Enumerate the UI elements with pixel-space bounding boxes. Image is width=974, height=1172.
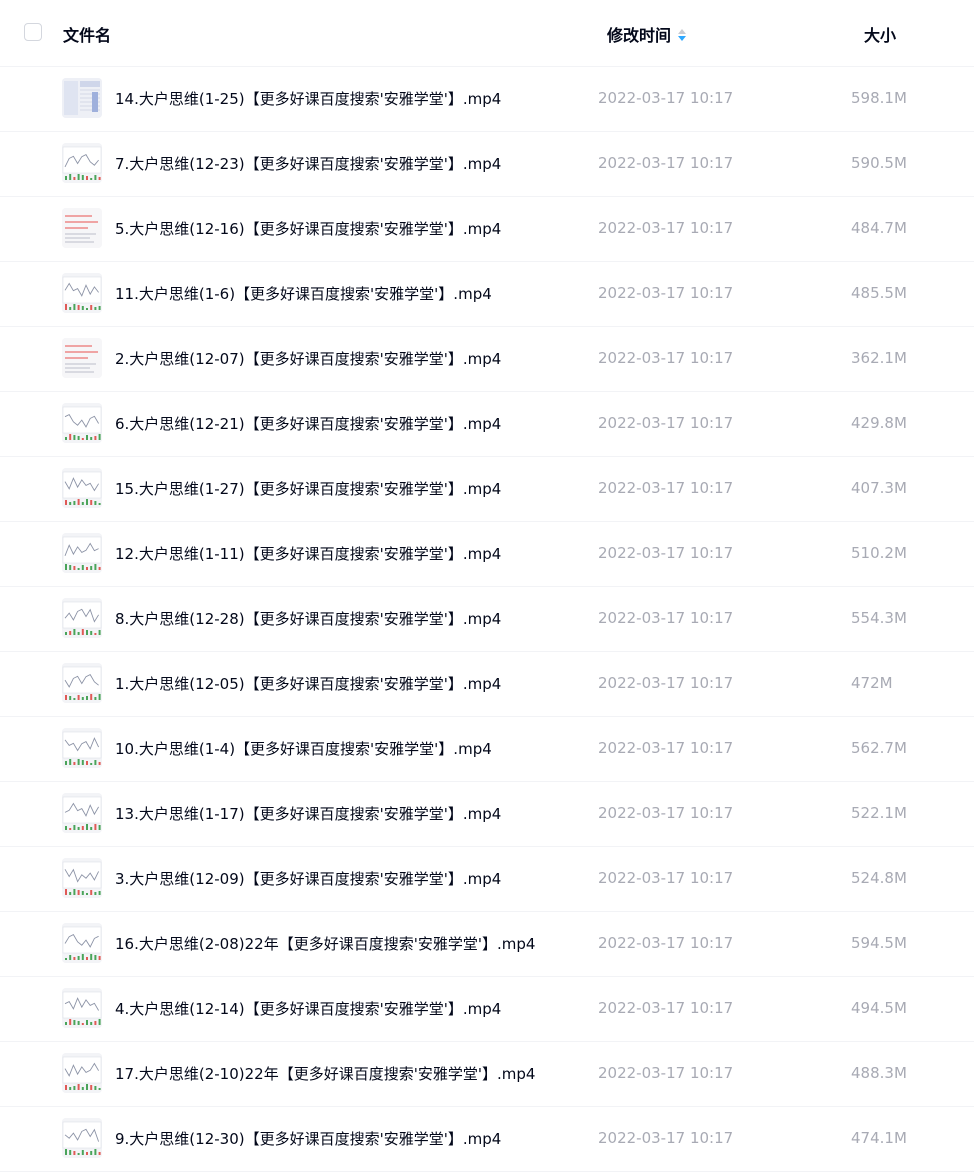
file-size: 488.3M xyxy=(851,1064,907,1082)
file-modified-time: 2022-03-17 10:17 xyxy=(598,284,734,302)
file-name[interactable]: 2.大户思维(12-07)【更多好课百度搜索'安雅学堂'】.mp4 xyxy=(115,348,501,369)
file-size: 590.5M xyxy=(851,154,907,172)
file-row[interactable]: 5.大户思维(12-16)【更多好课百度搜索'安雅学堂'】.mp4 2022-03… xyxy=(0,197,974,262)
column-header-size[interactable]: 大小 xyxy=(864,22,896,46)
file-name[interactable]: 11.大户思维(1-6)【更多好课百度搜索'安雅学堂'】.mp4 xyxy=(115,283,492,304)
column-header-name[interactable]: 文件名 xyxy=(63,22,111,46)
file-size: 362.1M xyxy=(851,349,907,367)
video-thumbnail[interactable] xyxy=(62,208,102,248)
file-name[interactable]: 13.大户思维(1-17)【更多好课百度搜索'安雅学堂'】.mp4 xyxy=(115,803,501,824)
file-row[interactable]: 11.大户思维(1-6)【更多好课百度搜索'安雅学堂'】.mp4 2022-03-… xyxy=(0,262,974,327)
file-name[interactable]: 4.大户思维(12-14)【更多好课百度搜索'安雅学堂'】.mp4 xyxy=(115,998,501,1019)
file-name[interactable]: 15.大户思维(1-27)【更多好课百度搜索'安雅学堂'】.mp4 xyxy=(115,478,501,499)
file-name[interactable]: 14.大户思维(1-25)【更多好课百度搜索'安雅学堂'】.mp4 xyxy=(115,88,501,109)
column-header-modified-time[interactable]: 修改时间 xyxy=(607,22,687,46)
file-list: 14.大户思维(1-25)【更多好课百度搜索'安雅学堂'】.mp4 2022-03… xyxy=(0,67,974,1172)
file-name[interactable]: 10.大户思维(1-4)【更多好课百度搜索'安雅学堂'】.mp4 xyxy=(115,738,492,759)
file-name[interactable]: 17.大户思维(2-10)22年【更多好课百度搜索'安雅学堂'】.mp4 xyxy=(115,1063,535,1084)
file-row[interactable]: 2.大户思维(12-07)【更多好课百度搜索'安雅学堂'】.mp4 2022-03… xyxy=(0,327,974,392)
file-name[interactable]: 6.大户思维(12-21)【更多好课百度搜索'安雅学堂'】.mp4 xyxy=(115,413,501,434)
video-thumbnail[interactable] xyxy=(62,923,102,963)
file-size: 429.8M xyxy=(851,414,907,432)
file-size: 522.1M xyxy=(851,804,907,822)
file-size: 407.3M xyxy=(851,479,907,497)
file-row[interactable]: 4.大户思维(12-14)【更多好课百度搜索'安雅学堂'】.mp4 2022-03… xyxy=(0,977,974,1042)
video-thumbnail[interactable] xyxy=(62,273,102,313)
file-modified-time: 2022-03-17 10:17 xyxy=(598,349,734,367)
file-modified-time: 2022-03-17 10:17 xyxy=(598,1064,734,1082)
video-thumbnail[interactable] xyxy=(62,663,102,703)
file-size: 485.5M xyxy=(851,284,907,302)
file-size: 472M xyxy=(851,674,893,692)
file-name[interactable]: 9.大户思维(12-30)【更多好课百度搜索'安雅学堂'】.mp4 xyxy=(115,1128,501,1149)
file-row[interactable]: 16.大户思维(2-08)22年【更多好课百度搜索'安雅学堂'】.mp4 2022… xyxy=(0,912,974,977)
video-thumbnail[interactable] xyxy=(62,338,102,378)
file-modified-time: 2022-03-17 10:17 xyxy=(598,414,734,432)
file-modified-time: 2022-03-17 10:17 xyxy=(598,804,734,822)
file-size: 594.5M xyxy=(851,934,907,952)
file-size: 524.8M xyxy=(851,869,907,887)
file-size: 554.3M xyxy=(851,609,907,627)
file-modified-time: 2022-03-17 10:17 xyxy=(598,1129,734,1147)
file-name[interactable]: 1.大户思维(12-05)【更多好课百度搜索'安雅学堂'】.mp4 xyxy=(115,673,501,694)
video-thumbnail[interactable] xyxy=(62,728,102,768)
video-thumbnail[interactable] xyxy=(62,1118,102,1158)
file-modified-time: 2022-03-17 10:17 xyxy=(598,934,734,952)
file-size: 494.5M xyxy=(851,999,907,1017)
file-row[interactable]: 7.大户思维(12-23)【更多好课百度搜索'安雅学堂'】.mp4 2022-03… xyxy=(0,132,974,197)
file-row[interactable]: 8.大户思维(12-28)【更多好课百度搜索'安雅学堂'】.mp4 2022-03… xyxy=(0,587,974,652)
video-thumbnail[interactable] xyxy=(62,468,102,508)
file-name[interactable]: 3.大户思维(12-09)【更多好课百度搜索'安雅学堂'】.mp4 xyxy=(115,868,501,889)
file-modified-time: 2022-03-17 10:17 xyxy=(598,609,734,627)
file-row[interactable]: 17.大户思维(2-10)22年【更多好课百度搜索'安雅学堂'】.mp4 2022… xyxy=(0,1042,974,1107)
video-thumbnail[interactable] xyxy=(62,988,102,1028)
file-size: 484.7M xyxy=(851,219,907,237)
file-row[interactable]: 14.大户思维(1-25)【更多好课百度搜索'安雅学堂'】.mp4 2022-03… xyxy=(0,67,974,132)
file-row[interactable]: 15.大户思维(1-27)【更多好课百度搜索'安雅学堂'】.mp4 2022-03… xyxy=(0,457,974,522)
video-thumbnail[interactable] xyxy=(62,598,102,638)
video-thumbnail[interactable] xyxy=(62,403,102,443)
file-name[interactable]: 12.大户思维(1-11)【更多好课百度搜索'安雅学堂'】.mp4 xyxy=(115,543,501,564)
file-row[interactable]: 10.大户思维(1-4)【更多好课百度搜索'安雅学堂'】.mp4 2022-03-… xyxy=(0,717,974,782)
file-row[interactable]: 13.大户思维(1-17)【更多好课百度搜索'安雅学堂'】.mp4 2022-03… xyxy=(0,782,974,847)
column-header-modified-time-label: 修改时间 xyxy=(607,26,672,45)
sort-icon[interactable] xyxy=(677,27,687,41)
file-row[interactable]: 3.大户思维(12-09)【更多好课百度搜索'安雅学堂'】.mp4 2022-03… xyxy=(0,847,974,912)
video-thumbnail[interactable] xyxy=(62,793,102,833)
file-modified-time: 2022-03-17 10:17 xyxy=(598,739,734,757)
file-row[interactable]: 9.大户思维(12-30)【更多好课百度搜索'安雅学堂'】.mp4 2022-03… xyxy=(0,1107,974,1172)
file-modified-time: 2022-03-17 10:17 xyxy=(598,544,734,562)
file-modified-time: 2022-03-17 10:17 xyxy=(598,154,734,172)
file-size: 510.2M xyxy=(851,544,907,562)
video-thumbnail[interactable] xyxy=(62,858,102,898)
file-row[interactable]: 12.大户思维(1-11)【更多好课百度搜索'安雅学堂'】.mp4 2022-03… xyxy=(0,522,974,587)
file-size: 474.1M xyxy=(851,1129,907,1147)
file-list-header: 文件名 修改时间 大小 xyxy=(0,0,974,67)
file-name[interactable]: 16.大户思维(2-08)22年【更多好课百度搜索'安雅学堂'】.mp4 xyxy=(115,933,535,954)
file-size: 562.7M xyxy=(851,739,907,757)
file-modified-time: 2022-03-17 10:17 xyxy=(598,674,734,692)
video-thumbnail[interactable] xyxy=(62,533,102,573)
video-thumbnail[interactable] xyxy=(62,143,102,183)
file-name[interactable]: 8.大户思维(12-28)【更多好课百度搜索'安雅学堂'】.mp4 xyxy=(115,608,501,629)
file-size: 598.1M xyxy=(851,89,907,107)
file-modified-time: 2022-03-17 10:17 xyxy=(598,869,734,887)
file-row[interactable]: 6.大户思维(12-21)【更多好课百度搜索'安雅学堂'】.mp4 2022-03… xyxy=(0,392,974,457)
file-name[interactable]: 7.大户思维(12-23)【更多好课百度搜索'安雅学堂'】.mp4 xyxy=(115,153,501,174)
file-row[interactable]: 1.大户思维(12-05)【更多好课百度搜索'安雅学堂'】.mp4 2022-03… xyxy=(0,652,974,717)
file-modified-time: 2022-03-17 10:17 xyxy=(598,999,734,1017)
video-thumbnail[interactable] xyxy=(62,78,102,118)
file-modified-time: 2022-03-17 10:17 xyxy=(598,89,734,107)
select-all-checkbox[interactable] xyxy=(24,23,42,41)
file-name[interactable]: 5.大户思维(12-16)【更多好课百度搜索'安雅学堂'】.mp4 xyxy=(115,218,501,239)
video-thumbnail[interactable] xyxy=(62,1053,102,1093)
file-modified-time: 2022-03-17 10:17 xyxy=(598,479,734,497)
file-modified-time: 2022-03-17 10:17 xyxy=(598,219,734,237)
